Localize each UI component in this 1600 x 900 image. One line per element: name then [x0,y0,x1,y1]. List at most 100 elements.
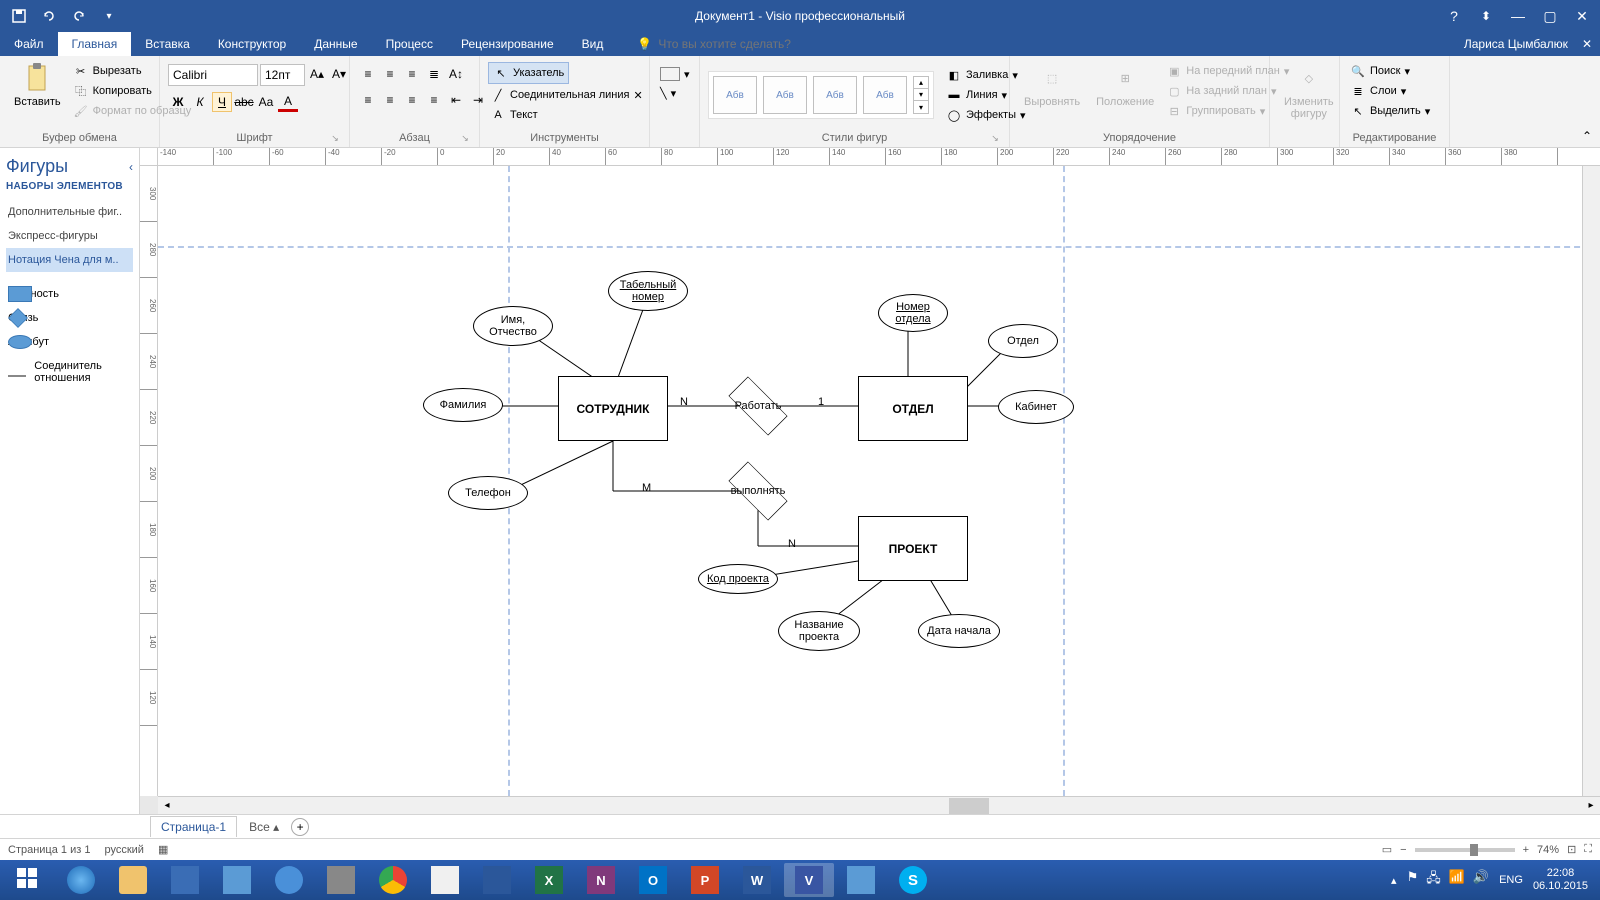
align-left-button[interactable]: ≡ [358,90,378,110]
shapes-chen-link[interactable]: Нотация Чена для м.. [6,248,133,272]
font-size-combo[interactable] [260,64,305,86]
tray-clock[interactable]: 22:08 06.10.2015 [1533,867,1588,893]
gallery-more-icon[interactable]: ▾ [914,101,928,113]
qat-customize-icon[interactable]: ▾ [98,5,120,27]
scrollbar-vertical[interactable] [1582,166,1600,796]
tray-flag-icon[interactable]: ⚑ [1407,869,1419,891]
align-top-button[interactable]: ≡ [358,64,378,84]
taskbar-visio[interactable]: V [784,863,834,897]
shape-connector[interactable]: Соединитель отношения [6,354,133,390]
shrink-font-button[interactable]: A▾ [329,64,349,84]
font-name-combo[interactable] [168,64,258,86]
align-middle-button[interactable]: ≡ [380,64,400,84]
all-pages-button[interactable]: Все ▴ [249,820,279,834]
shapes-quick-link[interactable]: Экспресс-фигуры [6,224,133,248]
grow-font-button[interactable]: A▴ [307,64,327,84]
connector-tool-button[interactable]: ╱Соединительная линия✕ [488,86,645,104]
shape-entity[interactable]: Сущность [6,282,133,306]
entity-project[interactable]: ПРОЕКТ [858,516,968,581]
tab-home[interactable]: Главная [58,32,132,56]
zoom-slider[interactable] [1415,848,1515,852]
maximize-button[interactable]: ▢ [1536,5,1564,27]
taskbar-powerpoint[interactable]: P [680,863,730,897]
font-launcher-icon[interactable]: ↘ [329,133,341,145]
ruler-vertical[interactable]: 300280260240220200180160140120 [140,166,158,796]
taskbar-ie[interactable] [56,863,106,897]
strike-button[interactable]: abc [234,92,254,112]
redo-icon[interactable] [68,5,90,27]
taskbar-app[interactable] [212,863,262,897]
paste-button[interactable]: Вставить [8,60,67,110]
ruler-horizontal[interactable]: -140-100-60-40-2002040608010012014016018… [158,148,1600,166]
taskbar-app[interactable] [420,863,470,897]
undo-icon[interactable] [38,5,60,27]
align-bottom-button[interactable]: ≡ [402,64,422,84]
help-icon[interactable]: ? [1440,5,1468,27]
shapes-more-link[interactable]: Дополнительные фиг.. [6,200,133,224]
taskbar-app[interactable] [264,863,314,897]
text-direction-button[interactable]: A↕ [446,64,466,84]
justify-button[interactable]: ≡ [424,90,444,110]
delete-icon[interactable]: ✕ [633,89,642,102]
scroll-right-icon[interactable]: ▸ [1582,798,1600,814]
align-right-button[interactable]: ≡ [402,90,422,110]
layers-button[interactable]: ≣Слои▾ [1348,82,1408,100]
line-tool-button[interactable]: ╲▾ [658,86,678,101]
zoom-out-button[interactable]: − [1400,844,1406,856]
tray-wifi-icon[interactable]: 📶 [1449,869,1465,891]
underline-button[interactable]: Ч [212,92,232,112]
minimize-button[interactable]: ― [1504,5,1532,27]
taskbar-app[interactable] [160,863,210,897]
taskbar-explorer[interactable] [108,863,158,897]
taskbar-outlook[interactable]: O [628,863,678,897]
collapse-pane-icon[interactable]: ‹ [129,160,133,174]
gallery-down-icon[interactable]: ▾ [914,89,928,101]
para-launcher-icon[interactable]: ↘ [459,133,471,145]
page-tab-1[interactable]: Страница-1 [150,816,237,837]
tell-me-input[interactable] [658,37,838,51]
gallery-up-icon[interactable]: ▴ [914,77,928,89]
attr-start-date[interactable]: Дата начала [918,614,1000,648]
taskbar-app[interactable] [836,863,886,897]
taskbar-excel[interactable]: X [524,863,574,897]
attr-dep[interactable]: Отдел [988,324,1058,358]
bold-button[interactable]: Ж [168,92,188,112]
style-item[interactable]: Абв [863,76,907,114]
text-tool-button[interactable]: AТекст [488,106,540,124]
style-item[interactable]: Абв [813,76,857,114]
scrollbar-horizontal[interactable]: ◂ ▸ [158,796,1600,814]
find-button[interactable]: 🔍Поиск▾ [1348,62,1412,80]
tray-network-icon[interactable]: 🖧 [1426,869,1441,891]
attr-tab-number[interactable]: Табельный номер [608,271,688,311]
taskbar-onenote[interactable]: N [576,863,626,897]
indent-dec-button[interactable]: ⇤ [446,90,466,110]
attr-dep-number[interactable]: Номер отдела [878,294,948,332]
close-button[interactable]: ✕ [1568,5,1596,27]
italic-button[interactable]: К [190,92,210,112]
tab-view[interactable]: Вид [568,32,618,56]
taskbar-app[interactable] [316,863,366,897]
guide-horizontal[interactable] [158,246,1600,248]
fit-page-icon[interactable]: ⊡ [1567,843,1576,856]
change-shape-button[interactable]: ◇Изменить фигуру [1278,60,1340,122]
start-button[interactable] [4,863,54,897]
align-button[interactable]: ⬚Выровнять [1018,60,1086,110]
position-button[interactable]: ⊞Положение [1090,60,1160,110]
user-account[interactable]: Лариса Цымбалюк ✕ [1464,32,1600,56]
tab-design[interactable]: Конструктор [204,32,300,56]
style-item[interactable]: Абв [713,76,757,114]
pointer-tool-button[interactable]: ↖Указатель [488,62,569,84]
save-icon[interactable] [8,5,30,27]
tray-show-hidden-icon[interactable]: ▴ [1391,874,1397,887]
attr-project-name[interactable]: Название проекта [778,611,860,651]
drawing-canvas[interactable]: СОТРУДНИК ОТДЕЛ ПРОЕКТ Работать выполнят… [158,166,1600,796]
case-button[interactable]: Aa [256,92,276,112]
tray-volume-icon[interactable]: 🔊 [1473,869,1489,891]
taskbar-word[interactable]: W [732,863,782,897]
tab-process[interactable]: Процесс [372,32,447,56]
style-item[interactable]: Абв [763,76,807,114]
attr-phone[interactable]: Телефон [448,476,528,510]
shape-relation[interactable]: Связь [6,306,133,330]
guide-vertical[interactable] [1063,166,1065,796]
tell-me-search[interactable]: 💡 [617,32,838,56]
